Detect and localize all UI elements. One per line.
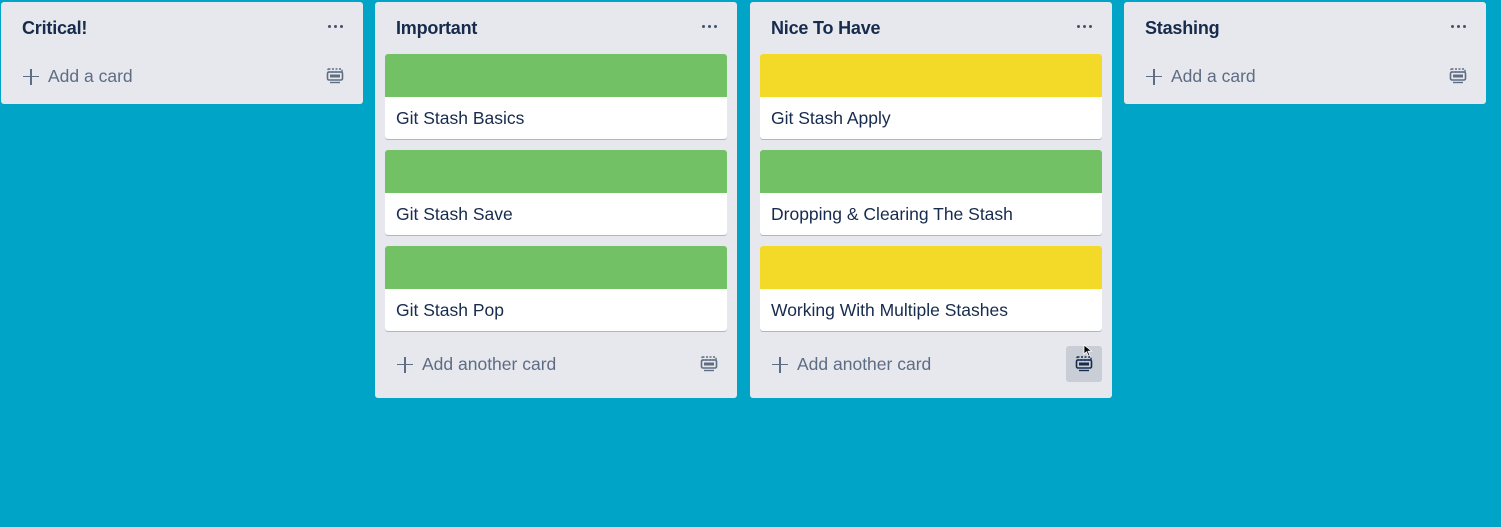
card[interactable]: Working With Multiple Stashes (760, 246, 1102, 331)
list-title[interactable]: Nice To Have (771, 18, 881, 39)
mouse-cursor-icon (1083, 344, 1093, 357)
plus-icon (396, 356, 414, 374)
list-title[interactable]: Critical! (22, 18, 87, 39)
card-template-icon-glyph (700, 356, 718, 372)
card-template-icon-glyph (326, 68, 344, 84)
plus-icon (22, 68, 40, 86)
card[interactable]: Git Stash Basics (385, 54, 727, 139)
card-cover (760, 246, 1102, 289)
card-title: Dropping & Clearing The Stash (771, 204, 1013, 224)
list-nice-to-have: Nice To Have Git Stash Apply Dropping & … (750, 2, 1112, 398)
add-card-button[interactable]: Add a card (1145, 66, 1256, 87)
list-important: Important Git Stash Basics Git Stash Sav… (375, 2, 737, 398)
add-card-button[interactable]: Add another card (771, 354, 931, 375)
list-footer: Add another card (375, 342, 737, 398)
list-header: Nice To Have (750, 2, 1112, 54)
add-card-label: Add another card (797, 354, 932, 374)
card-title: Git Stash Basics (396, 108, 525, 128)
add-card-label: Add a card (1171, 66, 1256, 86)
list-title[interactable]: Stashing (1145, 18, 1220, 39)
list-critical: Critical! Add a card (1, 2, 363, 104)
card-title: Git Stash Apply (771, 108, 891, 128)
list-header: Important (375, 2, 737, 54)
card-list: Git Stash Basics Git Stash Save Git Stas… (375, 54, 737, 331)
add-card-label: Add a card (48, 66, 133, 86)
card-cover (385, 246, 727, 289)
card[interactable]: Git Stash Pop (385, 246, 727, 331)
add-card-button[interactable]: Add a card (22, 66, 133, 87)
card-template-icon-glyph (1449, 68, 1467, 84)
more-horizontal-icon[interactable] (1072, 14, 1096, 38)
list-header: Critical! (1, 2, 363, 54)
card-cover (385, 54, 727, 97)
more-horizontal-icon[interactable] (697, 14, 721, 38)
card-title: Working With Multiple Stashes (771, 300, 1008, 320)
list-stashing: Stashing Add a card (1124, 2, 1486, 104)
list-title[interactable]: Important (396, 18, 477, 39)
card-title: Git Stash Save (396, 204, 513, 224)
list-footer: Add a card (1124, 54, 1486, 104)
card[interactable]: Git Stash Save (385, 150, 727, 235)
card[interactable]: Dropping & Clearing The Stash (760, 150, 1102, 235)
list-footer: Add a card (1, 54, 363, 104)
board: Critical! Add a card Important Git Stash… (0, 0, 1501, 527)
card-title: Git Stash Pop (396, 300, 504, 320)
list-footer: Add another card (750, 342, 1112, 398)
card-template-icon[interactable] (1440, 58, 1476, 94)
more-horizontal-icon[interactable] (1446, 14, 1470, 38)
card-template-icon[interactable] (317, 58, 353, 94)
card-template-icon[interactable] (691, 346, 727, 382)
card-list: Git Stash Apply Dropping & Clearing The … (750, 54, 1112, 331)
more-horizontal-icon[interactable] (323, 14, 347, 38)
card-template-icon-glyph (1075, 356, 1093, 372)
list-header: Stashing (1124, 2, 1486, 54)
card-cover (760, 54, 1102, 97)
add-card-button[interactable]: Add another card (396, 354, 556, 375)
card-cover (385, 150, 727, 193)
card[interactable]: Git Stash Apply (760, 54, 1102, 139)
card-cover (760, 150, 1102, 193)
plus-icon (771, 356, 789, 374)
add-card-label: Add another card (422, 354, 557, 374)
plus-icon (1145, 68, 1163, 86)
